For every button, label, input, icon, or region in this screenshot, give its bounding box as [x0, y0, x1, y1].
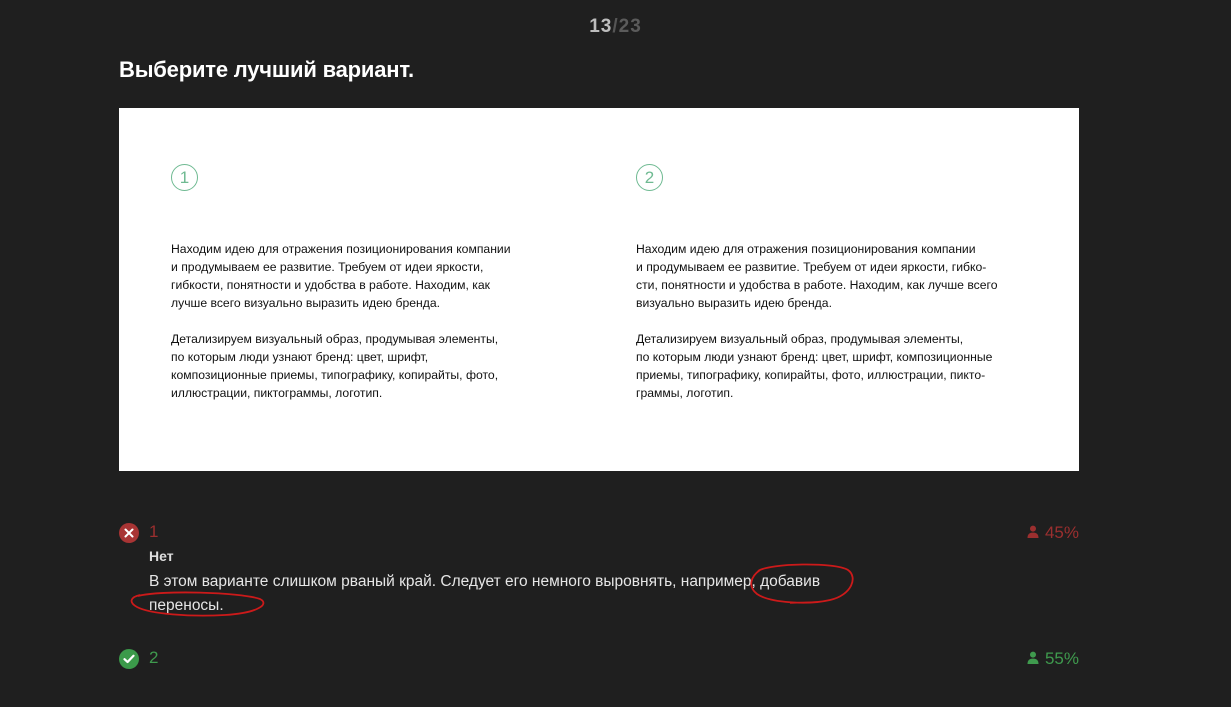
- text-line: Находим идею для отражения позиционирова…: [636, 242, 976, 256]
- quiz-page: 13/23 Выберите лучший вариант. 1 Находим…: [0, 0, 1231, 707]
- answer-comment: В этом варианте слишком рваный край. Сле…: [149, 570, 869, 618]
- variant-paragraph-2: Детализируем визуальный образ, продумыва…: [171, 330, 531, 402]
- comment-line: В этом варианте слишком рваный край. Сле…: [149, 573, 821, 590]
- text-line: гибкости, понятности и удобства в работе…: [171, 278, 490, 292]
- percent-value: 55%: [1044, 649, 1079, 668]
- variant-number-badge: 1: [171, 164, 198, 191]
- text-line: композиционные приемы, типографику, копи…: [171, 368, 499, 382]
- text-line: визуально выразить идею бренда.: [636, 296, 832, 310]
- comment-line: переносы.: [149, 597, 224, 614]
- variant-paragraph-1: Находим идею для отражения позиционирова…: [636, 240, 998, 312]
- text-line: и продумываем ее развитие. Требуем от ид…: [171, 260, 484, 274]
- x-icon: [119, 523, 139, 543]
- text-line: иллюстрации, пиктограммы, логотип.: [171, 386, 383, 400]
- percent-value: 45%: [1044, 523, 1079, 542]
- check-icon: [119, 649, 139, 669]
- counter-current: 13: [589, 16, 613, 37]
- answer-verdict: Нет: [149, 548, 174, 564]
- question-counter: 13/23: [0, 16, 1231, 38]
- answer-number: 2: [149, 648, 159, 667]
- answer-number: 1: [149, 522, 159, 541]
- variant-paragraph-2: Детализируем визуальный образ, продумыва…: [636, 330, 996, 402]
- text-line: сти, понятности и удобства в работе. Нах…: [636, 278, 998, 292]
- question-title: Выберите лучший вариант.: [119, 57, 414, 82]
- text-line: по которым люди узнают бренд: цвет, шриф…: [636, 350, 993, 364]
- text-line: граммы, логотип.: [636, 386, 734, 400]
- variants-panel: 1 Находим идею для отражения позициониро…: [119, 108, 1079, 471]
- text-line: по которым люди узнают бренд: цвет, шриф…: [171, 350, 429, 364]
- text-line: Находим идею для отражения позиционирова…: [171, 242, 511, 256]
- variant-paragraph-1: Находим идею для отражения позиционирова…: [171, 240, 531, 312]
- answer-percent: 55%: [1027, 649, 1079, 669]
- user-icon: [1027, 649, 1039, 669]
- text-line: Детализируем визуальный образ, продумыва…: [636, 332, 964, 346]
- variant-number-badge: 2: [636, 164, 663, 191]
- text-line: и продумываем ее развитие. Требуем от ид…: [636, 260, 987, 274]
- text-line: Детализируем визуальный образ, продумыва…: [171, 332, 499, 346]
- text-line: лучше всего визуально выразить идею брен…: [171, 296, 441, 310]
- counter-total: 23: [618, 16, 642, 37]
- variant-2: 2 Находим идею для отражения позициониро…: [636, 164, 998, 402]
- variant-1: 1 Находим идею для отражения позициониро…: [171, 164, 531, 402]
- user-icon: [1027, 523, 1039, 543]
- answer-percent: 45%: [1027, 523, 1079, 543]
- text-line: приемы, типографику, копирайты, фото, ил…: [636, 368, 986, 382]
